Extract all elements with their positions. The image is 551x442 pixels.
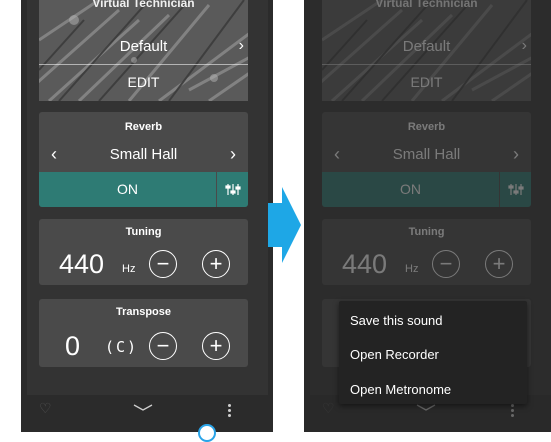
overflow-menu: Save this sound Open Recorder Open Metro… [339, 301, 527, 404]
chevron-right-icon[interactable]: › [230, 144, 236, 165]
menu-item-open-metronome[interactable]: Open Metronome [350, 382, 451, 397]
transpose-value: 0 [65, 331, 81, 361]
more-vertical-icon[interactable] [228, 404, 232, 419]
tuning-minus-button[interactable]: − [149, 250, 177, 278]
panel-title: Virtual Technician [92, 0, 195, 10]
tuning-value: 440 [59, 249, 105, 279]
preset-label[interactable]: Default [39, 38, 248, 55]
phone-left: Virtual Technician Default › EDIT Reverb… [21, 0, 273, 432]
virtual-technician-panel[interactable]: Virtual Technician Default › EDIT [39, 0, 248, 101]
menu-item-save-sound[interactable]: Save this sound [350, 313, 443, 328]
screen: Virtual Technician Default › EDIT Reverb… [27, 0, 268, 432]
chevron-right-icon[interactable]: › [239, 37, 244, 55]
reverb-toggle-label: ON [117, 181, 138, 197]
reverb-on-toggle[interactable]: ON [39, 172, 216, 207]
chevron-down-icon[interactable] [132, 403, 154, 413]
transpose-minus-button[interactable]: − [149, 332, 177, 360]
menu-item-open-recorder[interactable]: Open Recorder [350, 347, 439, 362]
reverb-value: Small Hall [109, 146, 178, 163]
transpose-title: Transpose [115, 306, 172, 318]
divider [39, 64, 248, 65]
bottom-bar: ♡ [27, 395, 268, 432]
heart-icon[interactable]: ♡ [39, 400, 52, 417]
tuning-card: Tuning 440 Hz − + [39, 219, 248, 285]
reverb-title: Reverb [124, 121, 163, 133]
transpose-card: Transpose 0 (C) − + [39, 299, 248, 367]
arrow-right-icon [268, 187, 301, 263]
reverb-card: Reverb ‹ Small Hall › ON [39, 112, 248, 207]
transpose-plus-button[interactable]: + [202, 332, 230, 360]
reverb-selector: ‹ Small Hall › [39, 142, 248, 168]
edit-button[interactable]: EDIT [39, 74, 248, 90]
tuning-plus-button[interactable]: + [202, 250, 230, 278]
tuning-title: Tuning [125, 226, 162, 238]
transpose-note: (C) [105, 338, 139, 356]
tuning-unit: Hz [122, 263, 136, 275]
sliders-icon [225, 184, 241, 195]
tap-indicator [198, 424, 216, 442]
reverb-settings-button[interactable] [217, 172, 248, 207]
